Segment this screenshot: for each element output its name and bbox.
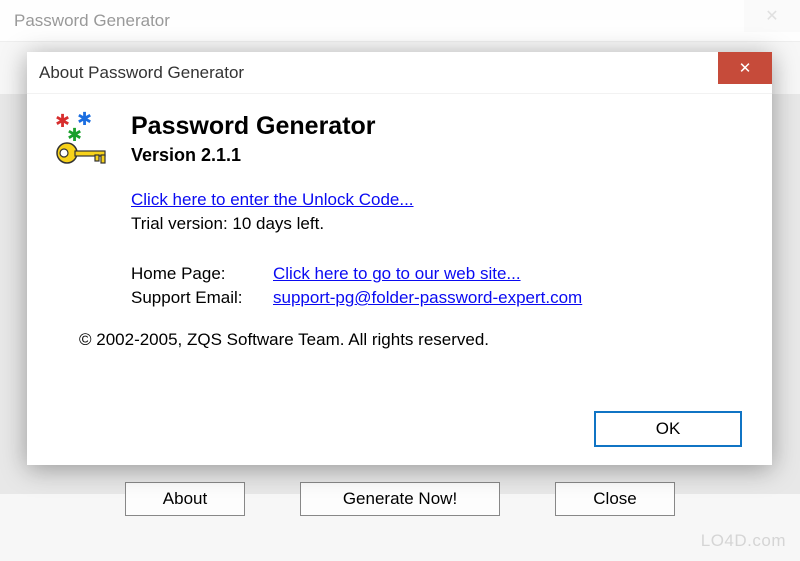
unlock-code-link[interactable]: Click here to enter the Unlock Code... [131,190,414,209]
key-icon [55,140,111,166]
home-page-label: Home Page: [131,264,261,284]
ok-button[interactable]: OK [594,411,742,447]
dialog-heading: Password Generator Version 2.1.1 [131,112,376,166]
dialog-titlebar: About Password Generator ✕ [27,52,772,94]
about-button[interactable]: About [125,482,245,516]
close-button[interactable]: Close [555,482,675,516]
main-titlebar: Password Generator ✕ [0,0,800,42]
home-page-link[interactable]: Click here to go to our web site... [273,264,521,284]
app-icon: ✱ ✱ ✱ [53,112,113,172]
support-email-label: Support Email: [131,288,261,308]
unlock-row: Click here to enter the Unlock Code... [131,190,746,210]
dialog-title: About Password Generator [39,63,244,83]
dialog-header-row: ✱ ✱ ✱ Password Generator Version 2.1.1 [53,112,746,172]
copyright-text: © 2002-2005, ZQS Software Team. All righ… [79,330,746,350]
main-window-title: Password Generator [14,11,170,31]
bottom-button-bar: About Generate Now! Close [0,482,800,516]
app-name: Password Generator [131,112,376,141]
close-icon: ✕ [765,6,778,26]
about-dialog: About Password Generator ✕ ✱ ✱ ✱ Passwor… [27,52,772,465]
app-version: Version 2.1.1 [131,145,376,166]
dialog-close-button[interactable]: ✕ [718,52,772,84]
support-email-link[interactable]: support-pg@folder-password-expert.com [273,288,582,308]
home-page-row: Home Page: Click here to go to our web s… [131,264,746,284]
close-icon: ✕ [739,59,752,77]
generate-now-button[interactable]: Generate Now! [300,482,500,516]
trial-status: Trial version: 10 days left. [131,214,746,234]
main-close-button[interactable]: ✕ [744,0,800,32]
dialog-body: ✱ ✱ ✱ Password Generator Version 2.1.1 C… [27,94,772,465]
support-row: Support Email: support-pg@folder-passwor… [131,288,746,308]
